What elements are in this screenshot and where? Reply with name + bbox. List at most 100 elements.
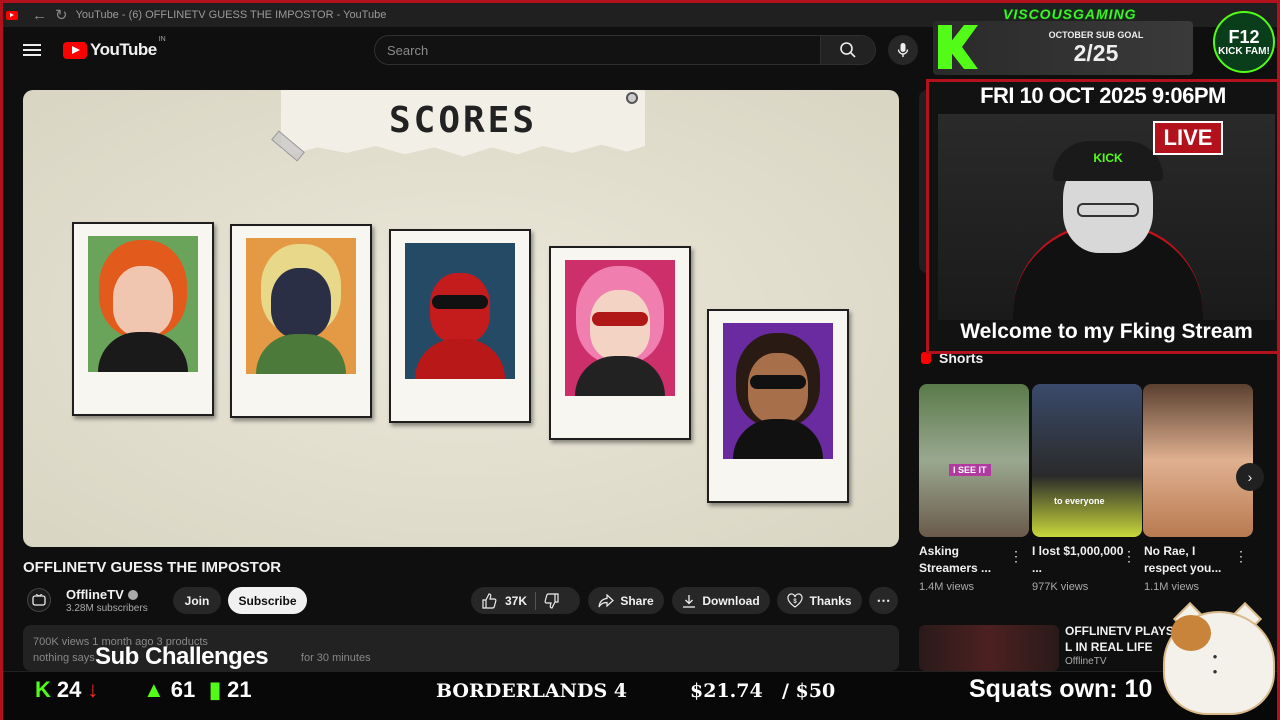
- search-box[interactable]: Search: [374, 35, 876, 65]
- kick-stat-value: 24: [56, 677, 82, 702]
- stream-datetime: FRI 10 OCT 2025 9:06PM: [980, 83, 1226, 108]
- menu-icon[interactable]: [23, 41, 41, 59]
- channel-avatar[interactable]: [27, 588, 51, 612]
- short-views-2: 977K views: [1032, 581, 1089, 593]
- short-overlay-text: to everyone: [1054, 496, 1105, 506]
- thanks-button[interactable]: $ Thanks: [777, 587, 862, 614]
- portrait-photo: [246, 238, 356, 374]
- pin-icon: [626, 92, 638, 104]
- share-icon: [598, 593, 615, 607]
- search-input[interactable]: Search: [375, 43, 820, 58]
- reload-icon[interactable]: ↻: [55, 6, 68, 24]
- donation-progress: $21.74 / $50: [690, 680, 835, 702]
- bars-stat-value: 21: [227, 677, 252, 702]
- portrait-photo: [405, 243, 515, 379]
- youtube-logo[interactable]: YouTube IN: [63, 36, 166, 60]
- logo-text: YouTube: [90, 40, 157, 59]
- portrait-photo: [88, 236, 198, 372]
- down-arrow-icon: ↓: [87, 677, 99, 702]
- microphone-icon: [897, 43, 909, 57]
- kick-stat: K 24 ↓: [35, 677, 98, 703]
- more-actions-button[interactable]: ⋯: [869, 587, 898, 614]
- thanks-heart-icon: $: [787, 592, 804, 608]
- scene-title: SCORES: [388, 100, 538, 141]
- short-views-3: 1.1M views: [1144, 581, 1200, 593]
- share-button[interactable]: Share: [588, 587, 664, 614]
- short-thumbnail-3[interactable]: [1143, 384, 1253, 537]
- channel-name[interactable]: OfflineTV: [66, 587, 138, 602]
- download-button[interactable]: Download: [672, 587, 770, 614]
- badge-line-2: KICK FAM!: [1218, 45, 1270, 57]
- subscriber-count: 3.28M subscribers: [66, 603, 148, 614]
- brand-name: VISCOUSGAMING: [1003, 6, 1137, 23]
- subscribe-button[interactable]: Subscribe: [228, 587, 307, 614]
- portrait-photo: [723, 323, 833, 459]
- short-views-1: 1.4M views: [919, 581, 975, 593]
- short-title-1[interactable]: Asking Streamers ...: [919, 543, 1011, 577]
- polaroid-ninja: [230, 224, 372, 418]
- short-title-3[interactable]: No Rae, I respect you...: [1144, 543, 1236, 577]
- short-overlay-text: I SEE IT: [949, 464, 991, 476]
- like-dislike-group: 37K: [471, 587, 580, 614]
- join-button[interactable]: Join: [173, 587, 221, 614]
- polaroid-agent: [707, 309, 849, 503]
- channel-name-text[interactable]: OfflineTV: [66, 587, 124, 602]
- cat-patch: [1171, 615, 1211, 651]
- money-goal: / $50: [781, 680, 836, 702]
- upvote-stat: ▲ 61: [143, 677, 195, 703]
- short-thumbnail-1[interactable]: I SEE IT: [919, 384, 1029, 537]
- search-icon: [840, 42, 856, 58]
- thumbs-up-icon[interactable]: [481, 592, 497, 609]
- portrait-photo: [565, 260, 675, 396]
- verified-icon: [127, 590, 138, 600]
- recommended-channel[interactable]: OfflineTV: [1065, 656, 1107, 667]
- short-thumbnail-2[interactable]: to everyone: [1032, 384, 1142, 537]
- upvote-stat-value: 61: [170, 677, 196, 702]
- live-badge: LIVE: [1153, 121, 1223, 155]
- short-menu-icon[interactable]: ⋮: [1009, 548, 1023, 565]
- bars-stat: ▮ 21: [209, 677, 252, 703]
- sub-goal-value: 2/25: [1073, 40, 1119, 66]
- polaroid-red-hood: [389, 229, 531, 423]
- search-button[interactable]: [820, 36, 875, 64]
- polaroid-pink-hair: [549, 246, 691, 440]
- recommended-thumbnail[interactable]: [919, 625, 1059, 671]
- download-label[interactable]: Download: [702, 594, 759, 608]
- short-title-2[interactable]: I lost $1,000,000 ...: [1032, 543, 1124, 577]
- video-title: OFFLINETV GUESS THE IMPOSTOR: [23, 559, 282, 576]
- bar-chart-icon: ▮: [209, 677, 222, 702]
- cat-face: • •: [1212, 649, 1234, 679]
- back-arrow-icon[interactable]: ←: [32, 7, 47, 24]
- short-menu-icon[interactable]: ⋮: [1122, 548, 1136, 565]
- badge-line-1: F12: [1228, 26, 1260, 47]
- sub-goal-label: OCTOBER SUB GOAL: [1048, 30, 1144, 40]
- description-line-start: nothing says: [33, 652, 95, 664]
- polaroid-red-hair: [72, 222, 214, 416]
- short-menu-icon[interactable]: ⋮: [1234, 548, 1248, 565]
- thanks-label[interactable]: Thanks: [809, 594, 851, 608]
- description-line-end: for 30 minutes: [300, 652, 371, 664]
- video-player[interactable]: SCORES: [23, 90, 899, 547]
- tv-icon: [32, 594, 46, 606]
- kick-small-icon: K: [35, 677, 51, 702]
- voice-search-button[interactable]: [888, 35, 918, 65]
- cap-logo-text: KICK: [1093, 151, 1123, 165]
- share-label[interactable]: Share: [620, 594, 653, 608]
- current-game: BORDERLANDS 4: [436, 680, 628, 702]
- like-count[interactable]: 37K: [505, 594, 527, 608]
- youtube-favicon-icon: [6, 10, 18, 20]
- thumbs-down-icon[interactable]: [544, 592, 560, 609]
- svg-text:$: $: [794, 599, 798, 605]
- download-icon: [683, 594, 696, 608]
- youtube-play-icon: [63, 41, 87, 59]
- sub-challenges-label: Sub Challenges: [95, 643, 269, 670]
- up-arrow-icon: ▲: [143, 677, 165, 702]
- screen: ← ↻ YouTube - (6) OFFLINETV GUESS THE IM…: [0, 0, 1280, 720]
- divider: [535, 591, 537, 610]
- shorts-next-button[interactable]: ›: [1236, 463, 1264, 491]
- recommended-title[interactable]: OFFLINETV PLAYS L IN REAL LIFE: [1065, 623, 1175, 655]
- tab-title: YouTube - (6) OFFLINETV GUESS THE IMPOST…: [75, 9, 387, 21]
- money-raised: $21.74: [690, 680, 763, 702]
- kick-fam-badge: F12 KICK FAM!: [1213, 11, 1275, 73]
- squats-counter: Squats own: 10: [969, 675, 1153, 703]
